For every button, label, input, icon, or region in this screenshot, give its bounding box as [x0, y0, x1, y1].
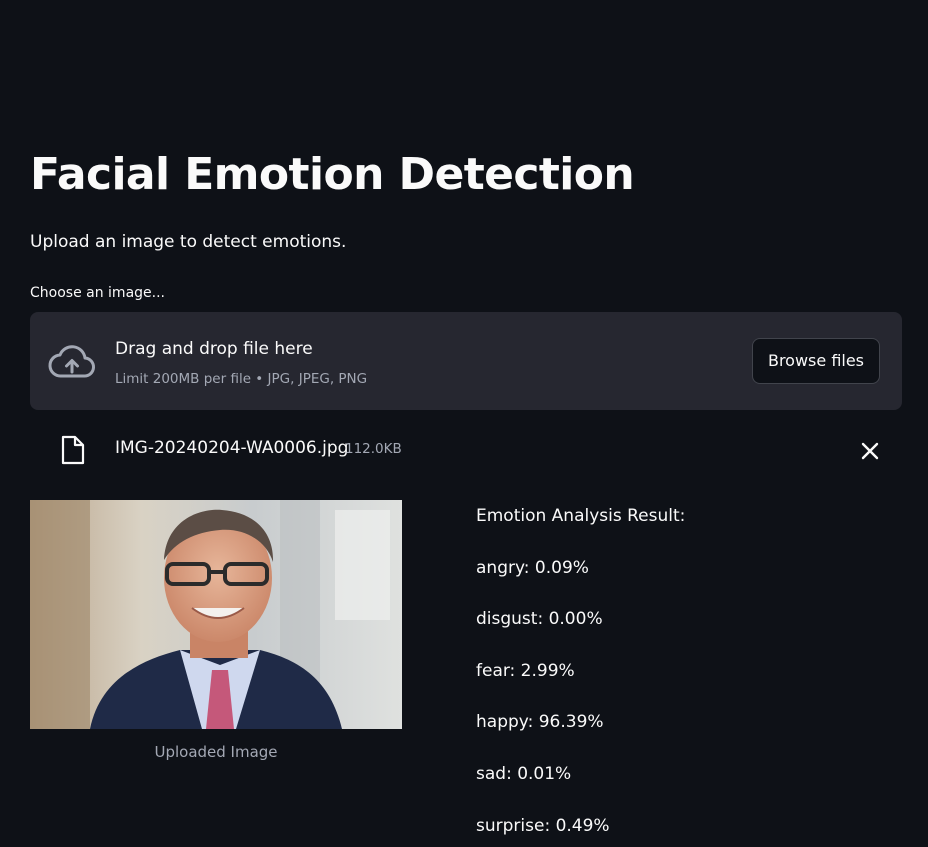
- results-heading: Emotion Analysis Result:: [476, 506, 686, 526]
- file-icon: [61, 435, 85, 465]
- cloud-upload-icon: [48, 345, 95, 378]
- uploaded-file-name: IMG-20240204-WA0006.jpg: [115, 438, 349, 458]
- result-item: angry: 0.09%: [476, 557, 589, 578]
- file-dropzone[interactable]: Drag and drop file here Limit 200MB per …: [30, 312, 902, 410]
- uploaded-file-size: 112.0KB: [345, 441, 402, 457]
- result-item: happy: 96.39%: [476, 712, 604, 733]
- dropzone-limit-text: Limit 200MB per file • JPG, JPEG, PNG: [115, 371, 368, 387]
- result-item: sad: 0.01%: [476, 763, 572, 784]
- uploaded-image-graphic: [30, 500, 402, 729]
- close-icon[interactable]: [857, 438, 883, 464]
- uploader-label: Choose an image...: [30, 285, 165, 301]
- result-item: surprise: 0.49%: [476, 815, 610, 836]
- uploaded-file-row: IMG-20240204-WA0006.jpg 112.0KB: [30, 430, 902, 470]
- emotion-results: Emotion Analysis Result: angry: 0.09% di…: [476, 505, 685, 847]
- result-item: disgust: 0.00%: [476, 609, 603, 630]
- result-item: fear: 2.99%: [476, 660, 575, 681]
- dropzone-instructions: Drag and drop file here: [115, 339, 313, 359]
- app-page: Facial Emotion Detection Upload an image…: [0, 0, 928, 847]
- page-title: Facial Emotion Detection: [30, 149, 635, 200]
- image-caption: Uploaded Image: [154, 743, 278, 761]
- page-subtitle: Upload an image to detect emotions.: [30, 232, 347, 252]
- browse-files-button[interactable]: Browse files: [752, 338, 880, 384]
- uploaded-image: [30, 500, 402, 729]
